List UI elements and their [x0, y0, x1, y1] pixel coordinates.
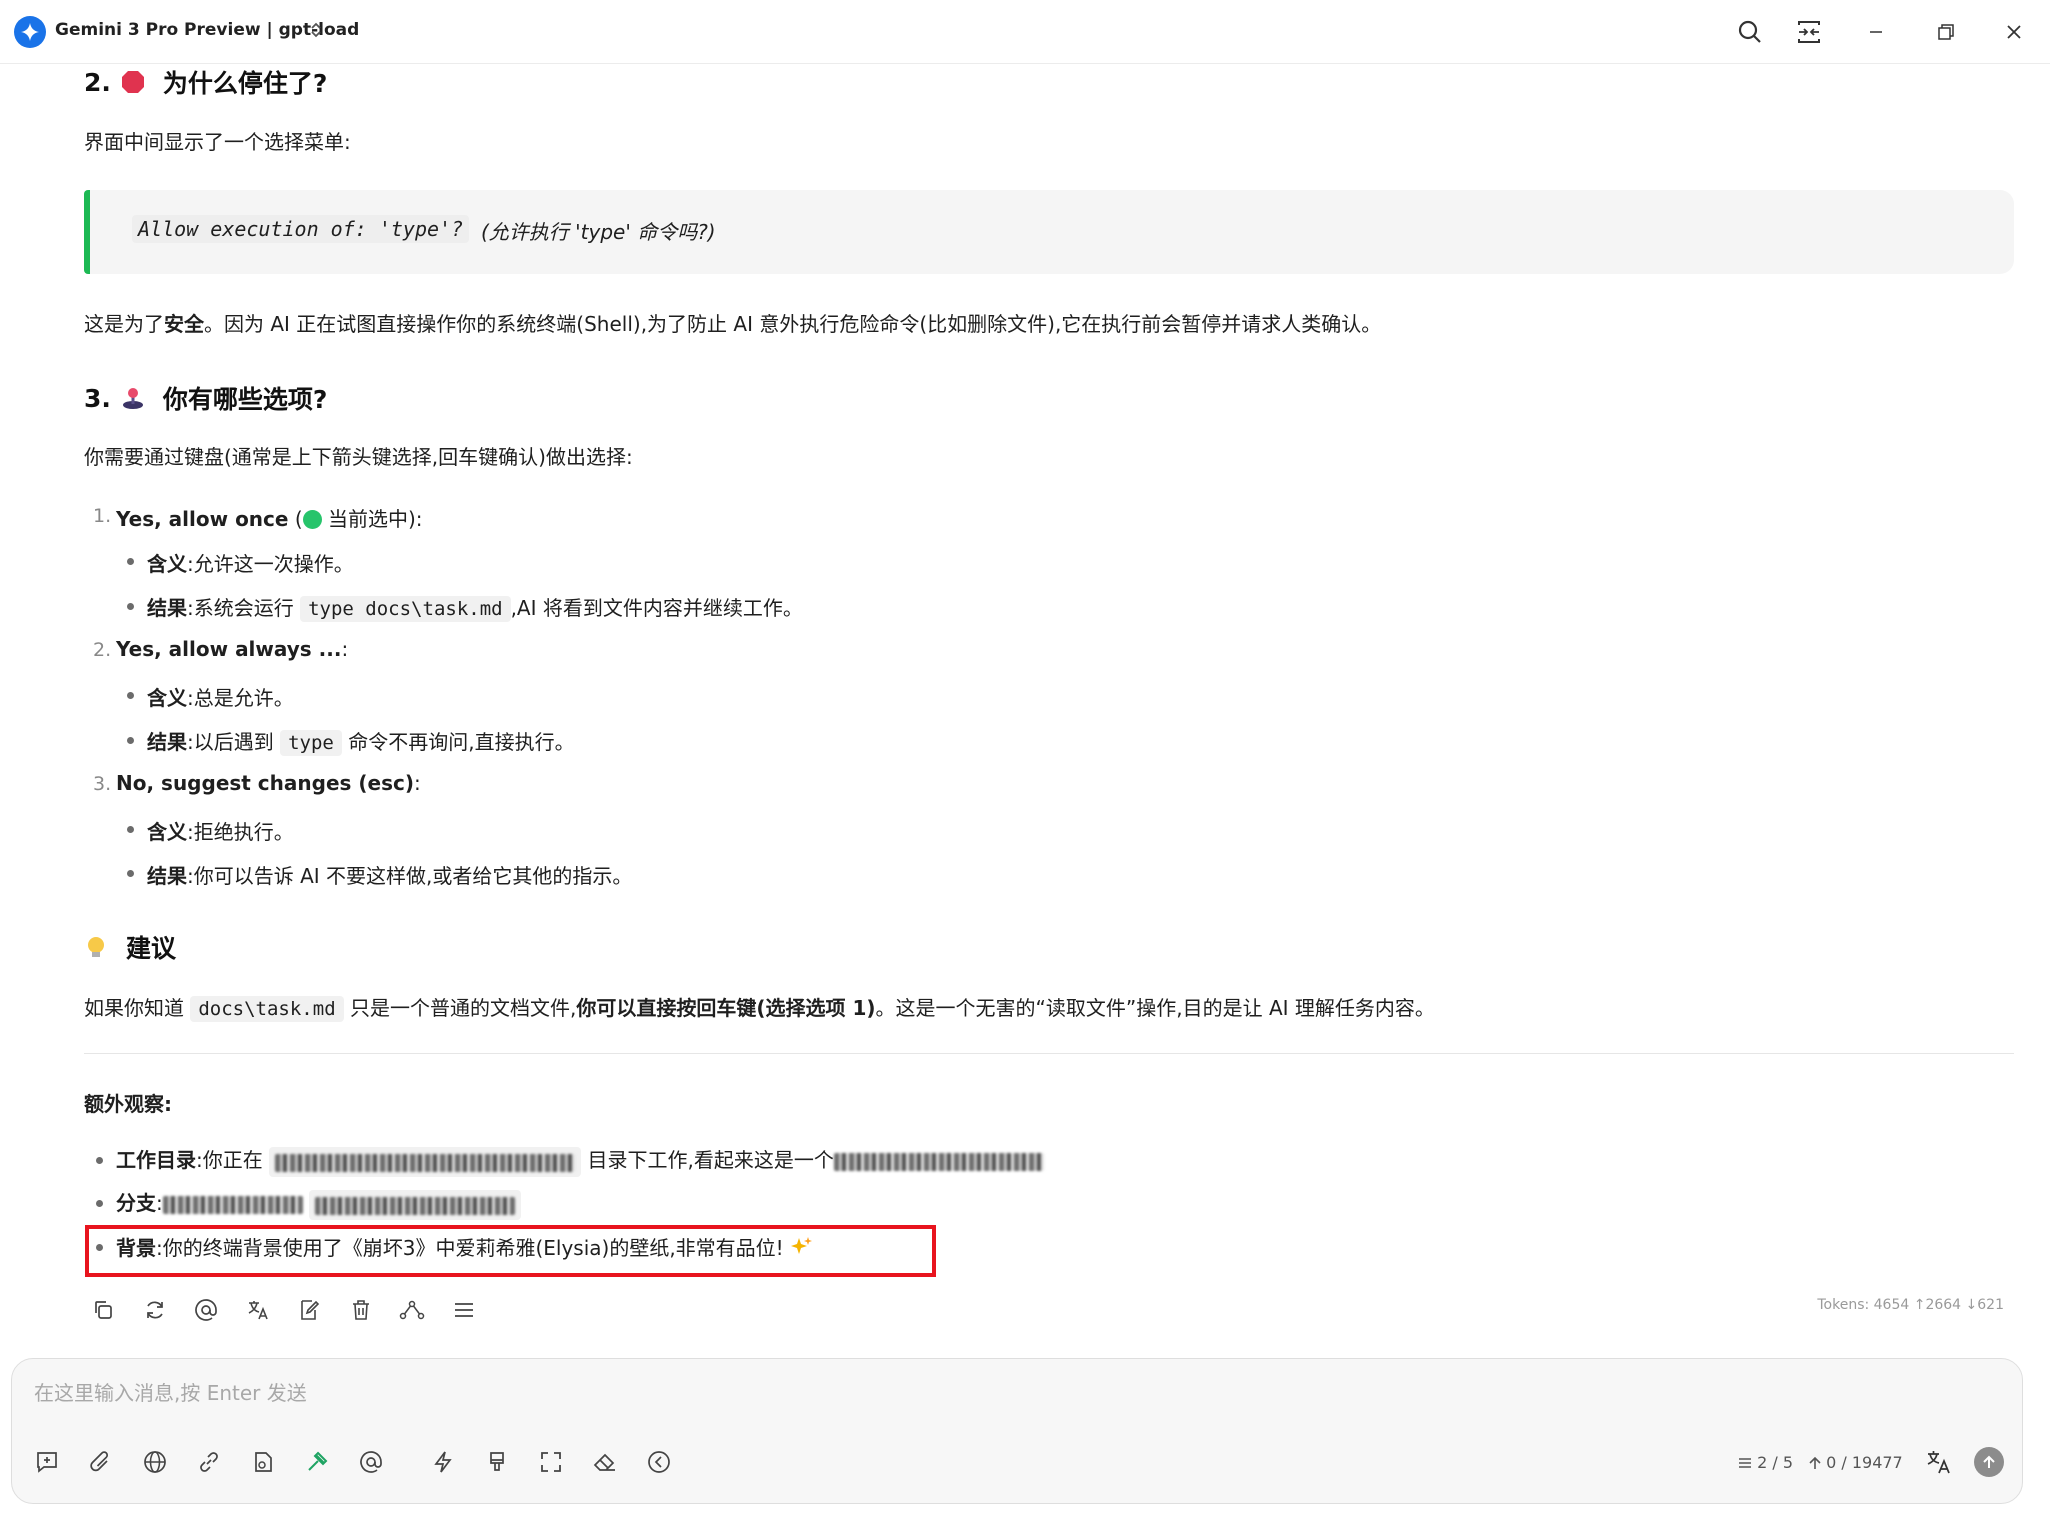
mcp-tools-icon[interactable]: [300, 1445, 334, 1479]
send-button[interactable]: [1974, 1447, 2004, 1477]
green-circle-icon: [302, 510, 322, 529]
option-3-meaning: 含义:拒绝执行。: [147, 820, 294, 844]
collapse-icon[interactable]: [642, 1445, 676, 1479]
mention-icon[interactable]: [189, 1293, 223, 1327]
option-3-number: 3.: [93, 773, 112, 795]
bullet: [127, 737, 134, 744]
quote-code: Allow execution of: 'type'?: [132, 215, 470, 243]
branch-icon[interactable]: [395, 1293, 429, 1327]
link-icon[interactable]: [192, 1445, 226, 1479]
extra-branch: 分支:: [116, 1187, 522, 1220]
inline-code: type docs\task.md: [300, 596, 511, 622]
bullet: [96, 1200, 103, 1207]
translate-icon[interactable]: [241, 1293, 275, 1327]
option-2-number: 2.: [93, 639, 112, 661]
option-1-number: 1.: [93, 505, 112, 527]
context-counter[interactable]: 2 / 5: [1738, 1453, 1793, 1472]
delete-icon[interactable]: [344, 1293, 378, 1327]
regenerate-icon[interactable]: [138, 1293, 172, 1327]
search-icon[interactable]: [1734, 16, 1766, 48]
section-2-intro: 界面中间显示了一个选择菜单:: [84, 130, 351, 154]
new-topic-icon[interactable]: [30, 1445, 64, 1479]
copy-icon[interactable]: [86, 1293, 120, 1327]
paint-brush-icon[interactable]: [480, 1445, 514, 1479]
minimize-icon[interactable]: [1860, 16, 1892, 48]
model-switch-icon[interactable]: [309, 20, 323, 44]
joystick-icon: [121, 386, 145, 410]
title-bar: Gemini 3 Pro Preview | gpt-load: [0, 0, 2050, 64]
highlight-annotation: [85, 1225, 936, 1277]
edit-icon[interactable]: [292, 1293, 326, 1327]
fullscreen-icon[interactable]: [534, 1445, 568, 1479]
token-counter: 0 / 19477: [1809, 1453, 1903, 1472]
inline-code: docs\task.md: [190, 996, 344, 1022]
extra-workdir: 工作目录:你正在 目录下工作,看起来这是一个: [116, 1144, 1044, 1177]
section-3-heading: 3. 你有哪些选项?: [84, 383, 328, 415]
safety-paragraph: 这是为了安全。因为 AI 正在试图直接操作你的系统终端(Shell),为了防止 …: [84, 312, 1382, 336]
section-3-intro: 你需要通过键盘(通常是上下箭头键选择,回车键确认)做出选择:: [84, 445, 633, 469]
message-input[interactable]: [34, 1381, 1934, 1405]
gemini-logo-icon: [14, 16, 46, 48]
option-2-meaning: 含义:总是允许。: [147, 686, 294, 710]
option-2-title: Yes, allow always ...:: [116, 637, 349, 661]
attachment-icon[interactable]: [84, 1445, 118, 1479]
arrow-up-icon: [1983, 1455, 1995, 1468]
inline-code: type: [280, 730, 342, 756]
blockquote: Allow execution of: 'type'? (允许执行 'type'…: [84, 190, 2014, 274]
bullet: [127, 826, 134, 833]
web-search-icon[interactable]: [138, 1445, 172, 1479]
mention-model-icon[interactable]: [354, 1445, 388, 1479]
extra-title: 额外观察:: [84, 1092, 172, 1116]
bullet: [127, 558, 134, 565]
stop-sign-icon: [121, 70, 145, 94]
lightbulb-icon: [84, 935, 108, 959]
suggestion-heading: 建议: [84, 929, 176, 965]
bullet: [96, 1157, 103, 1164]
restore-icon[interactable]: [1930, 16, 1962, 48]
bullet: [127, 870, 134, 877]
suggestion-paragraph: 如果你知道 docs\task.md 只是一个普通的文档文件,你可以直接按回车键…: [84, 996, 1435, 1022]
bullet: [127, 603, 134, 610]
clear-eraser-icon[interactable]: [588, 1445, 622, 1479]
quote-text: (允许执行 'type' 命令吗?): [481, 220, 716, 244]
option-1-result: 结果:系统会运行 type docs\task.md ,AI 将看到文件内容并继续…: [147, 596, 803, 622]
knowledge-base-icon[interactable]: [246, 1445, 280, 1479]
divider: [84, 1053, 2014, 1054]
option-2-result: 结果:以后遇到 type 命令不再询问,直接执行。: [147, 730, 575, 756]
layout-toggle-icon[interactable]: [1793, 16, 1825, 48]
menu-icon[interactable]: [447, 1293, 481, 1327]
token-stats: Tokens: 4654 ↑2664 ↓621: [1817, 1297, 2004, 1313]
translate-input-icon[interactable]: [1922, 1445, 1956, 1479]
bullet: [127, 692, 134, 699]
option-3-result: 结果:你可以告诉 AI 不要这样做,或者给它其他的指示。: [147, 864, 633, 888]
quick-phrase-icon[interactable]: [426, 1445, 460, 1479]
option-1-meaning: 含义:允许这一次操作。: [147, 552, 354, 576]
section-2-heading: 2. 为什么停住了?: [84, 67, 328, 99]
option-3-title: No, suggest changes (esc):: [116, 771, 421, 795]
option-1-title: Yes, allow once ( 当前选中):: [116, 507, 423, 531]
message-composer: 2 / 5 0 / 19477: [11, 1358, 2023, 1504]
close-icon[interactable]: [1998, 16, 2030, 48]
